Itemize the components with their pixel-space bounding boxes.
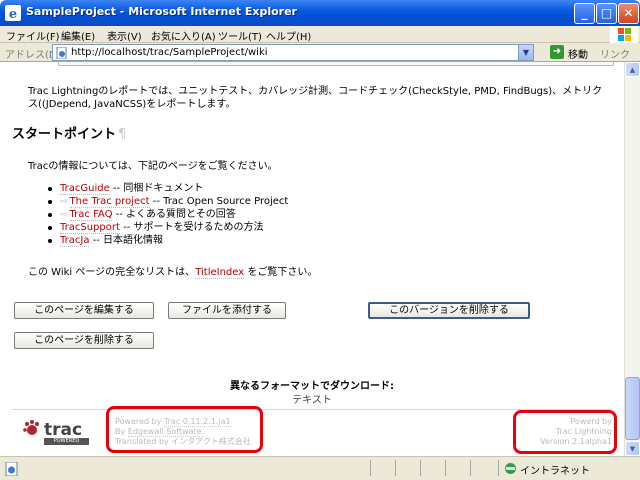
download-title: 異なるフォーマットでダウンロード: <box>230 381 394 392</box>
link-desc: -- 同梱ドキュメント <box>109 183 204 194</box>
highlight-box-right <box>513 410 617 454</box>
security-zone-label: イントラネット <box>520 466 590 477</box>
address-url: http://localhost/trac/SampleProject/wiki <box>71 47 268 58</box>
index-text-before: この Wiki ページの完全なリストは、 <box>28 267 196 278</box>
go-arrow-icon[interactable]: ➜ <box>550 45 564 59</box>
link-tracja[interactable]: TracJa <box>60 235 90 247</box>
external-link-icon: ⇨ <box>60 210 68 220</box>
link-desc: -- Trac Open Source Project <box>149 196 289 207</box>
menu-file[interactable]: ファイル(F) <box>6 28 60 43</box>
download-text-link[interactable]: テキスト <box>0 391 624 406</box>
links-button[interactable]: リンク <box>600 46 630 61</box>
intro-paragraph: Trac Lightningのレポートでは、ユニットテスト、カバレッジ計測、コー… <box>28 86 603 110</box>
scroll-thumb[interactable] <box>625 377 640 440</box>
menu-help[interactable]: ヘルプ(H) <box>266 28 311 43</box>
menu-bar: ファイル(F) 編集(E) 表示(V) お気に入り(A) ツール(T) ヘルプ(… <box>0 26 640 43</box>
scroll-up-arrow-icon[interactable]: ▲ <box>625 62 640 77</box>
status-separator <box>470 460 471 476</box>
highlight-box-left <box>106 406 263 453</box>
maximize-button[interactable]: □ <box>596 3 617 24</box>
list-item: ⇨ Trac FAQ -- よくある質問とその回答 <box>46 208 288 221</box>
address-input[interactable]: http://localhost/trac/SampleProject/wiki… <box>52 44 534 61</box>
address-bar: アドレス(D) http://localhost/trac/SampleProj… <box>0 43 640 62</box>
status-separator <box>498 460 499 476</box>
window-title: SampleProject - Microsoft Internet Explo… <box>26 5 297 18</box>
scroll-down-arrow-icon[interactable]: ▼ <box>625 441 640 456</box>
status-separator <box>370 460 371 476</box>
windows-logo-icon <box>610 26 638 43</box>
status-bar: イントラネット <box>0 456 640 480</box>
link-trac-project[interactable]: The Trac project <box>69 196 150 208</box>
go-button[interactable]: 移動 <box>568 46 588 61</box>
link-desc: -- サポートを受けるための方法 <box>119 222 264 233</box>
edit-page-button[interactable]: このページを編集する <box>14 302 154 319</box>
external-link-icon: ⇨ <box>60 197 68 207</box>
code-block <box>58 62 614 66</box>
menu-favorites[interactable]: お気に入り(A) <box>151 28 216 43</box>
list-item: TracJa -- 日本語化情報 <box>46 234 288 247</box>
list-item: TracGuide -- 同梱ドキュメント <box>46 182 288 195</box>
heading-text: スタートポイント <box>12 127 117 142</box>
delete-version-button[interactable]: このバージョンを削除する <box>368 302 530 319</box>
section-heading: スタートポイント ¶ <box>12 123 126 142</box>
status-separator <box>420 460 421 476</box>
minimize-button[interactable]: _ <box>574 3 595 24</box>
index-text-after: をご覧下さい。 <box>244 267 318 278</box>
page-icon <box>56 47 67 59</box>
list-item: TracSupport -- サポートを受けるための方法 <box>46 221 288 234</box>
info-paragraph: Tracの情報については、下記のページをご覧ください。 <box>28 161 278 172</box>
status-separator <box>445 460 446 476</box>
internet-explorer-icon: e <box>5 5 21 21</box>
close-button[interactable]: ✕ <box>618 3 639 24</box>
link-tracguide[interactable]: TracGuide <box>60 183 110 195</box>
link-trac-faq[interactable]: Trac FAQ <box>69 209 113 221</box>
attach-file-button[interactable]: ファイルを添付する <box>168 302 286 319</box>
start-links-list: TracGuide -- 同梱ドキュメント ⇨ The Trac project … <box>46 182 288 247</box>
page-content: Trac Lightningのレポートでは、ユニットテスト、カバレッジ計測、コー… <box>0 62 624 456</box>
menu-tools[interactable]: ツール(T) <box>218 28 262 43</box>
page-status-icon <box>5 462 18 476</box>
link-desc: -- 日本語化情報 <box>89 235 164 246</box>
address-dropdown-arrow-icon[interactable]: ▼ <box>518 45 533 60</box>
status-separator <box>395 460 396 476</box>
window-titlebar: e SampleProject - Microsoft Internet Exp… <box>0 0 640 26</box>
svg-text:e: e <box>9 7 17 21</box>
link-desc: -- よくある質問とその回答 <box>112 209 236 220</box>
index-paragraph: この Wiki ページの完全なリストは、TitleIndex をご覧下さい。 <box>28 263 318 279</box>
heading-anchor[interactable]: ¶ <box>118 127 126 142</box>
menu-edit[interactable]: 編集(E) <box>61 28 95 43</box>
intranet-zone-icon <box>505 463 516 474</box>
svg-text:trac: trac <box>44 420 82 440</box>
trac-logo-sub: POWERED <box>53 438 80 444</box>
list-item: ⇨ The Trac project -- Trac Open Source Pr… <box>46 195 288 208</box>
delete-page-button[interactable]: このページを削除する <box>14 332 154 349</box>
vertical-scrollbar[interactable]: ▲ ▼ <box>624 62 640 456</box>
menu-view[interactable]: 表示(V) <box>107 28 142 43</box>
link-titleindex[interactable]: TitleIndex <box>195 267 245 279</box>
link-tracsupport[interactable]: TracSupport <box>60 222 120 234</box>
